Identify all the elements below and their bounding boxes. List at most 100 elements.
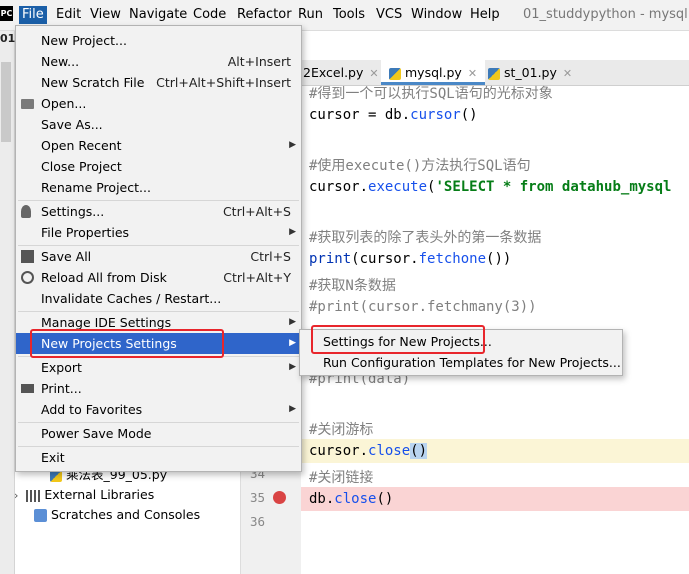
code-line[interactable]: #使用execute()方法执行SQL语句 [309,155,531,175]
menu-refactor[interactable]: Refactor [235,6,294,24]
code-token: cursor. [309,443,369,459]
code-line[interactable]: cursor = db.cursor() [309,107,478,123]
menu-help[interactable]: Help [468,6,502,24]
menu-item-open[interactable]: Open... [16,93,301,114]
app-logo-icon: PC [0,6,13,21]
submenu-arrow-icon: ▶ [289,317,296,327]
menu-item-label: Settings... [41,204,105,219]
submenu-arrow-icon: ▶ [289,404,296,414]
shortcut-label: Ctrl+S [250,249,291,264]
code-token: () [376,491,394,507]
tree-item-scratches[interactable]: Scratches and Consoles [34,505,200,525]
menu-item-label: New Scratch File [41,75,145,90]
code-token: close [368,443,411,459]
menu-window[interactable]: Window [409,6,464,24]
menu-item-label: New Project... [41,33,127,48]
code-token: 'SELECT * from datahub_mysql [435,179,672,195]
menu-item-label: Exit [41,450,65,465]
shortcut-label: Ctrl+Alt+Shift+Insert [156,75,291,90]
menu-item-file-properties[interactable]: File Properties ▶ [16,222,301,243]
code-token: cursor [410,107,461,123]
tree-item-external-libraries[interactable]: › External Libraries [14,485,154,505]
code-token: (cursor. [351,251,419,267]
shortcut-label: Alt+Insert [227,54,291,69]
menu-item-rename-project[interactable]: Rename Project... [16,177,301,198]
code-line[interactable]: #得到一个可以执行SQL语句的光标对象 [309,83,553,103]
menu-item-reload-all[interactable]: Reload All from Disk Ctrl+Alt+Y [16,267,301,288]
code-token: cursor = db. [309,107,411,123]
menu-item-new-scratch-file[interactable]: New Scratch File Ctrl+Alt+Shift+Insert [16,72,301,93]
menu-code[interactable]: Code [191,6,228,24]
menu-item-label: Power Save Mode [41,426,152,441]
menu-item-power-save-mode[interactable]: Power Save Mode [16,423,301,444]
annotation-highlight-box [311,325,485,354]
tab-label: 2Excel.py [303,65,364,80]
tab-2excel[interactable]: 2Excel.py ✕ [303,60,379,85]
menu-item-label: Save All [41,249,92,264]
menu-item-label: Invalidate Caches / Restart... [41,291,222,306]
code-line[interactable]: #关闭链接 [309,467,373,487]
menu-item-run-configuration-templates[interactable]: Run Configuration Templates for New Proj… [300,352,622,373]
reload-icon [21,271,34,284]
menu-item-settings[interactable]: Settings... Ctrl+Alt+S [16,201,301,222]
menu-navigate[interactable]: Navigate [127,6,189,24]
close-icon[interactable]: ✕ [369,67,378,80]
code-token: ()) [486,251,512,267]
python-file-icon [389,67,401,80]
code-line[interactable]: db.close() [309,491,393,507]
line-number: 36 [249,514,265,529]
close-icon[interactable]: ✕ [563,67,572,80]
menu-item-exit[interactable]: Exit [16,447,301,468]
code-line[interactable]: #获取N条数据 [309,275,396,295]
code-line[interactable]: cursor.execute('SELECT * from datahub_my… [309,179,671,195]
menu-run[interactable]: Run [296,6,325,24]
menu-item-label: New... [41,54,80,69]
menu-item-new-project[interactable]: New Project... [16,30,301,51]
breakpoint-icon[interactable] [273,491,286,504]
code-token: print [309,251,352,267]
code-line[interactable]: cursor.close() [309,443,428,459]
submenu-arrow-icon: ▶ [289,338,296,348]
menu-item-save-all[interactable]: Save All Ctrl+S [16,246,301,267]
code-line[interactable]: #获取列表的除了表头外的第一条数据 [309,227,541,247]
menu-item-invalidate-caches[interactable]: Invalidate Caches / Restart... [16,288,301,309]
line-number: 35 [249,490,265,505]
submenu-arrow-icon: ▶ [289,227,296,237]
menu-tools[interactable]: Tools [331,6,367,24]
tab-st01[interactable]: st_01.py ✕ [488,60,572,85]
tab-mysql[interactable]: mysql.py ✕ [381,60,486,85]
menu-item-new[interactable]: New... Alt+Insert [16,51,301,72]
menu-item-label: Save As... [41,117,103,132]
menu-item-open-recent[interactable]: Open Recent ▶ [16,135,301,156]
shortcut-label: Ctrl+Alt+S [222,204,291,219]
printer-icon [21,384,34,393]
menu-item-save-as[interactable]: Save As... [16,114,301,135]
close-icon[interactable]: ✕ [468,67,477,80]
library-icon [26,489,41,502]
shortcut-label: Ctrl+Alt+Y [223,270,291,285]
menu-file[interactable]: File [19,6,47,24]
code-line[interactable]: #print(cursor.fetchmany(3)) [309,299,537,315]
menu-item-close-project[interactable]: Close Project [16,156,301,177]
project-tool-tab[interactable] [1,62,11,142]
menu-item-add-to-favorites[interactable]: Add to Favorites ▶ [16,399,301,420]
menu-vcs[interactable]: VCS [374,6,404,24]
tree-item-label: External Libraries [44,487,155,502]
code-line[interactable]: print(cursor.fetchone()) [309,251,511,267]
tree-item-label: Scratches and Consoles [51,507,201,522]
menu-item-label: Run Configuration Templates for New Proj… [323,355,621,370]
code-token: () [460,107,478,123]
submenu-arrow-icon: ▶ [289,140,296,150]
menu-item-print[interactable]: Print... [16,378,301,399]
menu-item-label: Add to Favorites [41,402,143,417]
code-token: db. [309,491,335,507]
menu-item-export[interactable]: Export ▶ [16,357,301,378]
wrench-icon [21,205,31,218]
chevron-right-icon[interactable]: › [14,486,18,506]
save-icon [21,250,34,263]
menu-edit[interactable]: Edit [54,6,83,24]
menu-view[interactable]: View [88,6,123,24]
code-line[interactable]: #关闭游标 [309,419,373,439]
menu-item-label: Export [41,360,82,375]
file-menu-dropdown: New Project... New... Alt+Insert New Scra… [15,25,302,472]
